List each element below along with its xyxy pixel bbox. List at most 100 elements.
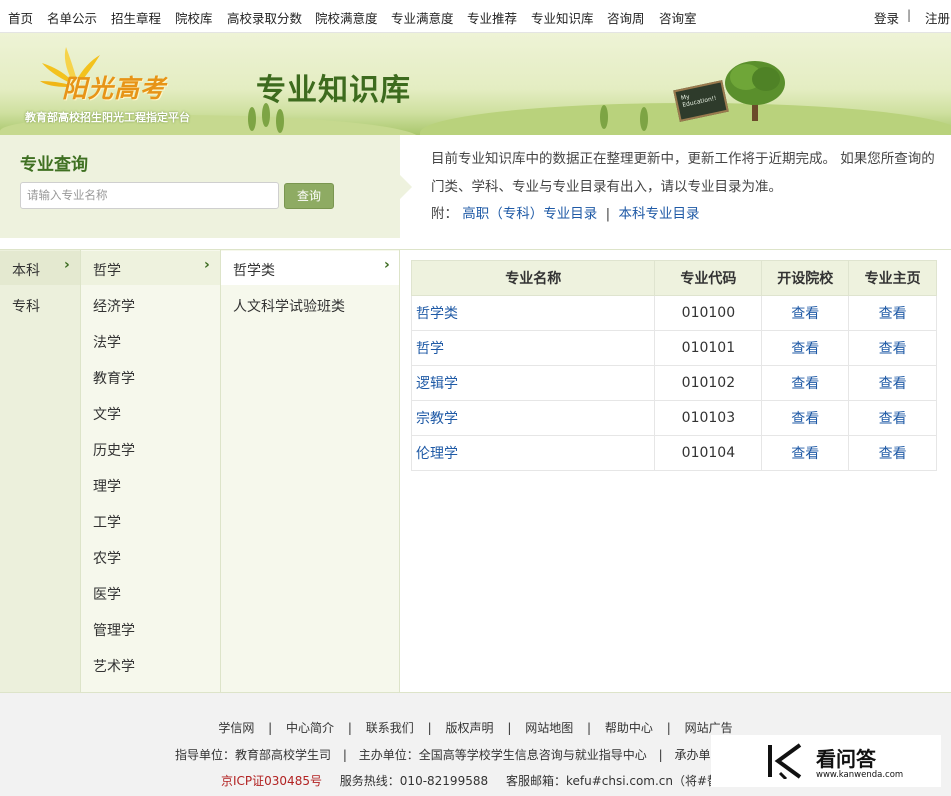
discipline-item[interactable]: 教育学 xyxy=(93,368,135,388)
discipline-item[interactable]: 医学 xyxy=(93,584,121,604)
tree-icon xyxy=(276,109,284,133)
discipline-label: 哲学 xyxy=(93,263,121,279)
nav-consult-week[interactable]: 咨询周 xyxy=(607,8,645,27)
discipline-item[interactable]: 历史学 xyxy=(93,440,135,460)
watermark-overlay: 看问答 www.kanwenda.com xyxy=(711,735,941,787)
catalog-prefix: 附： xyxy=(431,206,458,222)
nav-admission-rules[interactable]: 招生章程 xyxy=(111,8,161,27)
view-schools-link[interactable]: 查看 xyxy=(791,306,819,322)
view-schools-link[interactable]: 查看 xyxy=(791,341,819,357)
major-name-link[interactable]: 哲学类 xyxy=(416,306,458,322)
page-title: 专业知识库 xyxy=(256,73,411,108)
col-header-code: 专业代码 xyxy=(654,260,763,296)
view-schools-link[interactable]: 查看 xyxy=(791,446,819,462)
discipline-item-philosophy[interactable]: 哲学 › xyxy=(81,251,220,285)
vocational-catalog-link[interactable]: 高职（专科）专业目录 xyxy=(462,206,597,222)
footer-link[interactable]: 学信网 xyxy=(218,721,254,735)
level-item-vocational[interactable]: 专科 xyxy=(12,296,40,316)
top-navigation: 首页 名单公示 招生章程 院校库 高校录取分数 院校满意度 专业满意度 专业推荐… xyxy=(0,0,951,33)
subclass-item[interactable]: 人文科学试验班类 xyxy=(233,296,345,316)
chevron-right-icon: › xyxy=(64,257,70,273)
link-separator: | xyxy=(605,206,611,222)
view-homepage-link[interactable]: 查看 xyxy=(879,306,907,322)
footer-links: 学信网 | 中心简介 | 联系我们 | 版权声明 | 网站地图 | 帮助中心 |… xyxy=(0,719,951,736)
watermark-title: 看问答 xyxy=(816,747,876,771)
col-header-schools: 开设院校 xyxy=(761,260,850,296)
service-email: 客服邮箱：kefu#chsi.com.cn（将#替换为@ xyxy=(505,774,721,788)
footer-sep: | xyxy=(587,721,592,735)
discipline-item[interactable]: 农学 xyxy=(93,548,121,568)
notice-panel: 目前专业知识库中的数据正在整理更新中，更新工作将于近期完成。 如果您所查询的门类… xyxy=(400,135,951,238)
footer-sep: | xyxy=(658,748,663,762)
subclass-item-philosophy[interactable]: 哲学类 › xyxy=(221,251,399,285)
table-row: 哲学类 010100 查看 查看 xyxy=(410,295,937,331)
major-code: 010104 xyxy=(654,435,763,471)
discipline-item[interactable]: 文学 xyxy=(93,404,121,424)
notice-text: 目前专业知识库中的数据正在整理更新中，更新工作将于近期完成。 如果您所查询的门类… xyxy=(431,151,935,195)
guide-unit: 指导单位：教育部高校学生司 xyxy=(175,748,332,762)
nav-admission-scores[interactable]: 高校录取分数 xyxy=(227,8,302,27)
level-item-undergrad[interactable]: 本科 › xyxy=(0,251,80,285)
major-code: 010103 xyxy=(654,400,763,436)
nav-major-library[interactable]: 专业知识库 xyxy=(531,8,594,27)
major-name-link[interactable]: 宗教学 xyxy=(416,411,458,427)
major-code: 010102 xyxy=(654,365,763,401)
footer-sep: | xyxy=(666,721,671,735)
login-link[interactable]: 登录 xyxy=(874,8,899,27)
discipline-item[interactable]: 管理学 xyxy=(93,620,135,640)
tree-icon xyxy=(600,105,608,129)
major-code: 010100 xyxy=(654,295,763,331)
nav-school-satisfaction[interactable]: 院校满意度 xyxy=(315,8,378,27)
register-link[interactable]: 注册 xyxy=(925,8,950,27)
footer-link[interactable]: 中心简介 xyxy=(286,721,334,735)
table-row: 逻辑学 010102 查看 查看 xyxy=(410,365,937,401)
major-name-link[interactable]: 逻辑学 xyxy=(416,376,458,392)
discipline-item[interactable]: 工学 xyxy=(93,512,121,532)
logo-subtitle: 教育部高校招生阳光工程指定平台 xyxy=(25,111,190,124)
discipline-column: 哲学 › 经济学 法学 教育学 文学 历史学 理学 工学 农学 医学 管理学 艺… xyxy=(80,250,220,692)
nav-school-library[interactable]: 院校库 xyxy=(175,8,213,27)
footer-link[interactable]: 联系我们 xyxy=(366,721,414,735)
footer-link[interactable]: 帮助中心 xyxy=(605,721,653,735)
view-schools-link[interactable]: 查看 xyxy=(791,411,819,427)
major-search-panel: 专业查询 请输入专业名称 查询 xyxy=(0,135,400,238)
footer-link[interactable]: 版权声明 xyxy=(445,721,493,735)
footer-sep: | xyxy=(268,721,273,735)
chevron-right-icon: › xyxy=(204,257,210,273)
view-homepage-link[interactable]: 查看 xyxy=(879,411,907,427)
nav-name-list[interactable]: 名单公示 xyxy=(47,8,97,27)
service-hotline: 服务热线：010-82199588 xyxy=(339,774,489,788)
undergrad-catalog-link[interactable]: 本科专业目录 xyxy=(618,206,699,222)
chalkboard-text: My Education!! xyxy=(680,93,718,109)
footer-link[interactable]: 网站广告 xyxy=(685,721,733,735)
discipline-item[interactable]: 理学 xyxy=(93,476,121,496)
discipline-item[interactable]: 法学 xyxy=(93,332,121,352)
view-homepage-link[interactable]: 查看 xyxy=(879,341,907,357)
search-heading: 专业查询 xyxy=(20,155,88,175)
view-schools-link[interactable]: 查看 xyxy=(791,376,819,392)
icp-license-link[interactable]: 京ICP证030485号 xyxy=(221,774,322,788)
large-tree-icon xyxy=(725,61,785,121)
search-button[interactable]: 查询 xyxy=(284,183,334,209)
nav-consult-room[interactable]: 咨询室 xyxy=(659,8,697,27)
discipline-item[interactable]: 艺术学 xyxy=(93,656,135,676)
nav-major-satisfaction[interactable]: 专业满意度 xyxy=(391,8,454,27)
nav-home[interactable]: 首页 xyxy=(8,8,33,27)
subclass-column: 哲学类 › 人文科学试验班类 xyxy=(220,250,400,692)
level-label: 本科 xyxy=(12,263,40,279)
footer-sep: | xyxy=(507,721,512,735)
tree-icon xyxy=(640,107,648,131)
view-homepage-link[interactable]: 查看 xyxy=(879,446,907,462)
major-search-input[interactable]: 请输入专业名称 xyxy=(20,182,279,209)
major-name-link[interactable]: 哲学 xyxy=(416,341,444,357)
discipline-item[interactable]: 经济学 xyxy=(93,296,135,316)
major-table: 专业名称 专业代码 开设院校 专业主页 哲学类 010100 查看 查看 哲学 … xyxy=(410,260,937,471)
view-homepage-link[interactable]: 查看 xyxy=(879,376,907,392)
nav-major-recommend[interactable]: 专业推荐 xyxy=(467,8,517,27)
footer-sep: | xyxy=(347,721,352,735)
table-row: 哲学 010101 查看 查看 xyxy=(410,330,937,366)
logo-wordmark[interactable]: 阳光高考 xyxy=(62,69,166,105)
major-name-link[interactable]: 伦理学 xyxy=(416,446,458,462)
footer-link[interactable]: 网站地图 xyxy=(525,721,573,735)
tree-icon xyxy=(248,107,256,131)
